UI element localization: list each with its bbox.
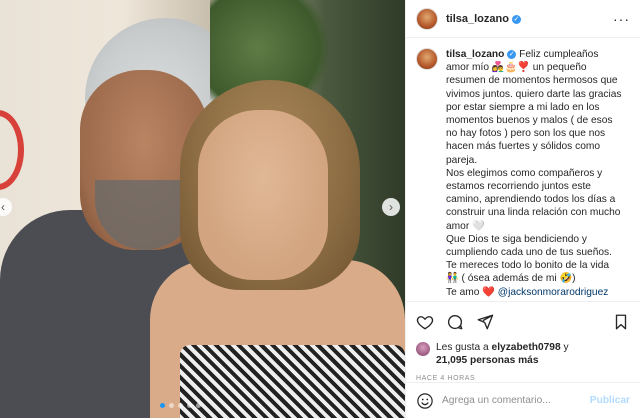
verified-badge-icon: ✓: [507, 50, 517, 59]
woman-figure: [150, 80, 405, 418]
carousel-next-button[interactable]: ›: [382, 198, 400, 216]
chevron-left-icon: ‹: [1, 200, 5, 214]
share-icon[interactable]: [476, 313, 494, 331]
likes-count[interactable]: 21,095 personas más: [436, 355, 539, 366]
mention-link[interactable]: @jacksonmorarodriguez: [498, 287, 609, 298]
post-timestamp[interactable]: HACE 4 HORAS: [406, 367, 640, 382]
post-photo[interactable]: ‹ ›: [0, 0, 405, 418]
post-sidebar: tilsa_lozano ✓ ··· tilsa_lozano ✓ Feliz cu…: [405, 0, 640, 418]
publish-button[interactable]: Publicar: [590, 395, 630, 406]
liker-avatar: [416, 342, 430, 356]
carousel-indicator: [160, 403, 201, 408]
avatar[interactable]: [416, 7, 438, 30]
action-bar: [406, 301, 640, 341]
bookmark-icon[interactable]: [612, 313, 630, 331]
instagram-post: ‹ › tilsa_lozano ✓ ··· tilsa_lozano ✓ Feli…: [0, 0, 640, 418]
chevron-right-icon: ›: [389, 200, 393, 214]
liker-username[interactable]: elyzabeth0798: [492, 342, 561, 353]
carousel-dot: [160, 403, 165, 408]
post-header: tilsa_lozano ✓ ···: [406, 0, 640, 38]
verified-badge-icon: ✓: [511, 14, 521, 24]
comment-box: Publicar: [406, 382, 640, 418]
caption-avatar[interactable]: [416, 48, 438, 70]
carousel-dot: [187, 403, 192, 408]
username-link[interactable]: tilsa_lozano ✓: [446, 13, 521, 25]
caption-area: tilsa_lozano ✓ Feliz cumpleaños amor mío …: [406, 38, 640, 301]
comment-input[interactable]: [442, 395, 582, 406]
likes-summary: Les gusta a elyzabeth0798 y 21,095 perso…: [406, 341, 640, 367]
comment-icon[interactable]: [446, 313, 464, 331]
caption-text: tilsa_lozano ✓ Feliz cumpleaños amor mío …: [446, 49, 622, 298]
more-options-icon[interactable]: ···: [613, 11, 630, 27]
carousel-dot: [169, 403, 174, 408]
emoji-icon[interactable]: [416, 392, 434, 410]
carousel-dot: [178, 403, 183, 408]
carousel-dot: [196, 403, 201, 408]
heart-icon[interactable]: [416, 313, 434, 331]
caption-username[interactable]: tilsa_lozano ✓: [446, 49, 517, 60]
